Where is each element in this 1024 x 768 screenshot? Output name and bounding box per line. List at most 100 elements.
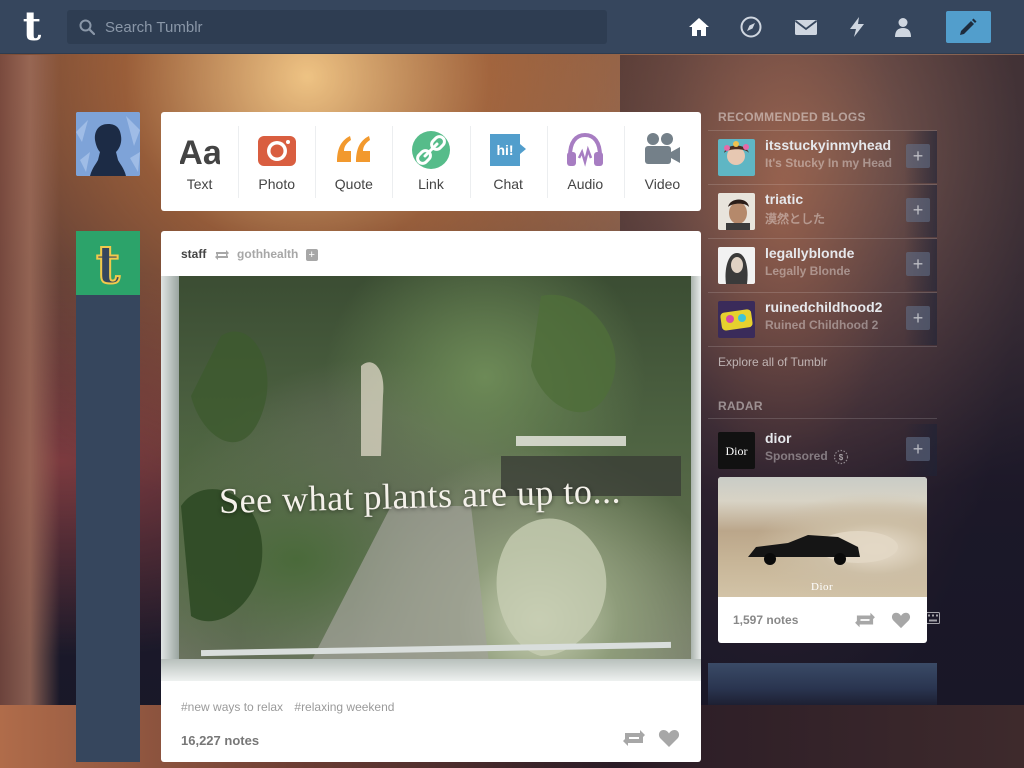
blog-name: ruinedchildhood2 xyxy=(765,299,883,315)
post-photo[interactable]: See what plants are up to... xyxy=(161,276,701,681)
staff-tumblr-logo-icon: t xyxy=(76,231,140,297)
staff-avatar[interactable]: t xyxy=(76,231,140,297)
follow-blog-button[interactable]: + xyxy=(904,131,937,183)
post-notes-count[interactable]: 16,227 notes xyxy=(181,733,259,748)
svg-text:t: t xyxy=(96,235,120,295)
inbox-mail-icon[interactable] xyxy=(794,16,818,38)
radar-post-photo[interactable]: Dior xyxy=(718,477,927,597)
post-type-selector: Aa Text Photo Quote Link hi! Chat Audio … xyxy=(161,112,701,211)
recommended-blog-item[interactable]: triatic 漠然とした + xyxy=(708,185,937,237)
keyboard-shortcuts-icon[interactable] xyxy=(926,612,940,624)
recommended-blog-item[interactable]: legallyblonde Legally Blonde + xyxy=(708,239,937,291)
home-icon[interactable] xyxy=(688,16,710,38)
sidebar-divider xyxy=(708,346,937,347)
blog-name: legallyblonde xyxy=(765,245,855,261)
window-frame-right xyxy=(691,276,701,681)
pencil-icon xyxy=(960,18,977,35)
post-type-label: Video xyxy=(644,176,681,192)
silhouette-avatar-icon xyxy=(76,112,140,176)
compose-post-button[interactable] xyxy=(946,11,991,43)
sponsored-label: Sponsored $ xyxy=(765,449,905,465)
like-heart-icon[interactable] xyxy=(891,611,911,629)
post-type-label: Chat xyxy=(493,176,523,192)
dior-logo-text: Dior xyxy=(725,444,748,458)
like-heart-icon[interactable] xyxy=(658,728,680,748)
post-type-photo-button[interactable]: Photo xyxy=(238,112,315,211)
post-type-text-button[interactable]: Aa Text xyxy=(161,112,238,211)
post-source-link[interactable]: gothhealth xyxy=(237,247,298,261)
follow-blog-button[interactable]: + xyxy=(904,239,937,291)
recommended-blogs-heading: RECOMMENDED BLOGS xyxy=(718,110,866,124)
post-type-video-button[interactable]: Video xyxy=(623,112,701,211)
sidebar-bottom-panel xyxy=(708,663,937,705)
explore-all-link[interactable]: Explore all of Tumblr xyxy=(718,355,827,369)
reblog-icon[interactable] xyxy=(854,611,876,629)
post-type-link-button[interactable]: Link xyxy=(392,112,469,211)
blog-name: itsstuckyinmyhead xyxy=(765,137,892,153)
chat-icon: hi! xyxy=(490,134,527,166)
video-camera-icon xyxy=(645,133,681,164)
plus-icon: + xyxy=(906,198,930,222)
follow-blog-button[interactable]: + xyxy=(904,293,937,345)
headphones-icon xyxy=(567,132,604,167)
window-frame-left xyxy=(161,276,179,681)
post-type-chat-button[interactable]: hi! Chat xyxy=(469,112,547,211)
post-header: staff gothhealth + xyxy=(181,247,318,261)
follow-plus-icon[interactable]: + xyxy=(305,248,318,261)
photo-brand-watermark: Dior xyxy=(811,581,834,593)
window-frame-bottom xyxy=(161,659,701,681)
reblog-icon[interactable] xyxy=(622,728,646,748)
text-icon: Aa xyxy=(180,134,220,170)
blog-title: Legally Blonde xyxy=(765,264,851,278)
top-navigation-bar: t xyxy=(0,0,1024,54)
radar-post-card: Dior 1,597 notes xyxy=(718,477,927,643)
plus-icon: + xyxy=(906,252,930,276)
dior-logo-avatar: Dior xyxy=(718,432,755,469)
post-tags: #new ways to relax #relaxing weekend xyxy=(181,700,402,714)
reblog-small-icon xyxy=(214,249,229,260)
blog-avatar xyxy=(718,247,755,284)
link-icon xyxy=(411,131,450,169)
sidebar-divider xyxy=(708,418,937,419)
post-author-link[interactable]: staff xyxy=(181,247,206,261)
post-tag-link[interactable]: #relaxing weekend xyxy=(294,700,394,714)
svg-text:Aa: Aa xyxy=(180,134,220,170)
blog-avatar xyxy=(718,193,755,230)
blog-title: It's Stucky In my Head xyxy=(765,156,892,170)
camera-icon xyxy=(257,136,296,166)
follow-blog-button[interactable]: + xyxy=(904,424,937,476)
post-type-audio-button[interactable]: Audio xyxy=(546,112,624,211)
radar-blog-item[interactable]: Dior dior Sponsored $ + xyxy=(708,424,937,476)
plus-icon: + xyxy=(906,437,930,461)
recommended-blog-item[interactable]: ruinedchildhood2 Ruined Childhood 2 + xyxy=(708,293,937,345)
search-bar[interactable] xyxy=(67,10,607,44)
radar-heading: RADAR xyxy=(718,399,763,413)
explore-compass-icon[interactable] xyxy=(740,16,762,38)
post-type-label: Text xyxy=(186,176,213,192)
radar-notes-count[interactable]: 1,597 notes xyxy=(733,613,798,627)
post-type-label: Audio xyxy=(567,176,604,192)
tumblr-logo[interactable]: t xyxy=(14,7,50,47)
blog-name: dior xyxy=(765,430,792,446)
svg-text:$: $ xyxy=(839,453,844,462)
search-input[interactable] xyxy=(105,10,595,44)
post-type-quote-button[interactable]: Quote xyxy=(315,112,392,211)
user-avatar[interactable] xyxy=(76,112,140,176)
plus-icon: + xyxy=(906,306,930,330)
account-person-icon[interactable] xyxy=(892,16,914,38)
svg-text:hi!: hi! xyxy=(497,142,514,158)
dashboard-post: staff gothhealth + See what plants are u… xyxy=(161,231,701,762)
blog-title: 漠然とした xyxy=(765,212,826,226)
recommended-blog-item[interactable]: itsstuckyinmyhead It's Stucky In my Head… xyxy=(708,131,937,183)
post-author-rail xyxy=(76,295,140,762)
follow-blog-button[interactable]: + xyxy=(904,185,937,237)
search-icon xyxy=(79,19,95,35)
post-tag-link[interactable]: #new ways to relax xyxy=(181,700,283,714)
blog-avatar xyxy=(718,301,755,338)
plus-icon: + xyxy=(906,144,930,168)
activity-lightning-icon[interactable] xyxy=(846,16,868,38)
post-type-label: Link xyxy=(418,176,444,192)
quote-icon xyxy=(336,136,370,162)
blog-title: Ruined Childhood 2 xyxy=(765,318,879,332)
sponsored-badge-icon: $ xyxy=(833,449,849,465)
